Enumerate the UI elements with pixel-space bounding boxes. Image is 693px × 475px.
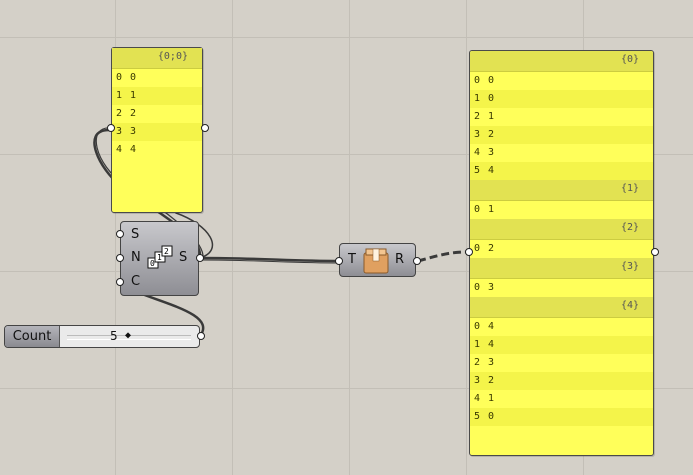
list-item: 43 xyxy=(470,144,653,162)
svg-text:2: 2 xyxy=(164,247,169,256)
flatten-input-grip[interactable] xyxy=(335,257,343,265)
list-item: 01 xyxy=(470,201,653,219)
list-item: 14 xyxy=(470,336,653,354)
item-value: 4 xyxy=(488,165,495,176)
item-value: 1 xyxy=(130,90,137,101)
list-item: 03 xyxy=(470,279,653,297)
list-item: 10 xyxy=(470,90,653,108)
item-index: 0 xyxy=(474,75,481,86)
item-value: 3 xyxy=(488,357,495,368)
series-component[interactable]: S N C S 0 1 2 xyxy=(120,221,199,296)
item-index: 2 xyxy=(116,108,123,119)
series-input-n-grip[interactable] xyxy=(116,254,124,262)
slider-knob-icon[interactable]: ◆ xyxy=(125,330,131,341)
list-item: 54 xyxy=(470,162,653,180)
list-item: 11 xyxy=(112,87,202,105)
item-value: 1 xyxy=(488,393,495,404)
series-input-c-label: C xyxy=(131,274,141,289)
series-output-s-label: S xyxy=(179,250,188,265)
flatten-component[interactable]: T R xyxy=(339,243,416,277)
slider-label: Count xyxy=(5,326,60,347)
list-item: 41 xyxy=(470,390,653,408)
list-item: 44 xyxy=(112,141,202,159)
item-value: 3 xyxy=(130,126,137,137)
item-index: 2 xyxy=(474,357,481,368)
series-input-n-label: N xyxy=(131,250,141,265)
list-item: 32 xyxy=(470,126,653,144)
left-panel-header: {0;0} xyxy=(112,48,202,69)
item-value: 4 xyxy=(130,144,137,155)
item-index: 1 xyxy=(474,93,481,104)
flatten-input-label: T xyxy=(348,252,356,267)
list-item: 32 xyxy=(470,372,653,390)
item-index: 2 xyxy=(474,111,481,122)
item-index: 5 xyxy=(474,411,481,422)
item-value: 1 xyxy=(488,111,495,122)
item-value: 2 xyxy=(488,375,495,386)
item-index: 0 xyxy=(116,72,123,83)
list-item: 00 xyxy=(112,69,202,87)
item-index: 0 xyxy=(474,321,481,332)
list-item: 22 xyxy=(112,105,202,123)
count-slider[interactable]: Count 5 ◆ xyxy=(4,325,200,348)
flatten-output-label: R xyxy=(395,252,405,267)
item-value: 4 xyxy=(488,321,495,332)
item-index: 4 xyxy=(474,147,481,158)
item-value: 1 xyxy=(488,204,495,215)
right-panel[interactable]: {0} 0 0 1 0 2 1 3 2 4 3 5 4 {1} 0 1 {2} 0 2 {3} 0 3 {4} 0 4 1 4 2 3 3… xyxy=(469,50,654,456)
left-panel-input-grip[interactable] xyxy=(107,124,115,132)
item-index: 3 xyxy=(116,126,123,137)
right-panel-input-grip[interactable] xyxy=(465,248,473,256)
item-index: 4 xyxy=(474,393,481,404)
left-panel[interactable]: {0;0} 0011223344 xyxy=(111,47,203,213)
item-value: 3 xyxy=(488,147,495,158)
svg-text:0: 0 xyxy=(150,259,155,268)
branch-header: {0} xyxy=(470,51,653,72)
list-item: 00 xyxy=(470,72,653,90)
series-input-s-grip[interactable] xyxy=(116,230,124,238)
item-value: 2 xyxy=(488,243,495,254)
item-value: 0 xyxy=(488,411,495,422)
item-value: 2 xyxy=(488,129,495,140)
wire-flatten-to-panel xyxy=(417,250,468,263)
list-item: 02 xyxy=(470,240,653,258)
branch-header: {3} xyxy=(470,258,653,279)
list-item: 04 xyxy=(470,318,653,336)
item-value: 4 xyxy=(488,339,495,350)
list-item: 21 xyxy=(470,108,653,126)
item-value: 0 xyxy=(488,93,495,104)
list-item: 50 xyxy=(470,408,653,426)
branch-header: {1} xyxy=(470,180,653,201)
series-input-c-grip[interactable] xyxy=(116,278,124,286)
right-panel-output-grip[interactable] xyxy=(651,248,659,256)
item-index: 5 xyxy=(474,165,481,176)
item-value: 3 xyxy=(488,282,495,293)
svg-text:1: 1 xyxy=(157,253,162,262)
flatten-output-grip[interactable] xyxy=(413,257,421,265)
item-value: 2 xyxy=(130,108,137,119)
list-item: 23 xyxy=(470,354,653,372)
item-index: 4 xyxy=(116,144,123,155)
item-index: 0 xyxy=(474,282,481,293)
list-item: 33 xyxy=(112,123,202,141)
series-input-s-label: S xyxy=(131,227,140,242)
item-index: 1 xyxy=(116,90,123,101)
left-panel-output-grip[interactable] xyxy=(201,124,209,132)
branch-header: {4} xyxy=(470,297,653,318)
item-index: 1 xyxy=(474,339,481,350)
item-index: 3 xyxy=(474,375,481,386)
branch-header: {2} xyxy=(470,219,653,240)
wire-series-to-flatten xyxy=(198,256,342,263)
item-index: 0 xyxy=(474,243,481,254)
slider-output-grip[interactable] xyxy=(197,332,205,340)
item-index: 0 xyxy=(474,204,481,215)
series-icon: 0 1 2 xyxy=(147,245,173,269)
item-index: 3 xyxy=(474,129,481,140)
item-value: 0 xyxy=(488,75,495,86)
item-value: 0 xyxy=(130,72,137,83)
box-icon xyxy=(363,248,389,274)
slider-value: 5 xyxy=(110,329,118,343)
series-output-grip[interactable] xyxy=(196,254,204,262)
